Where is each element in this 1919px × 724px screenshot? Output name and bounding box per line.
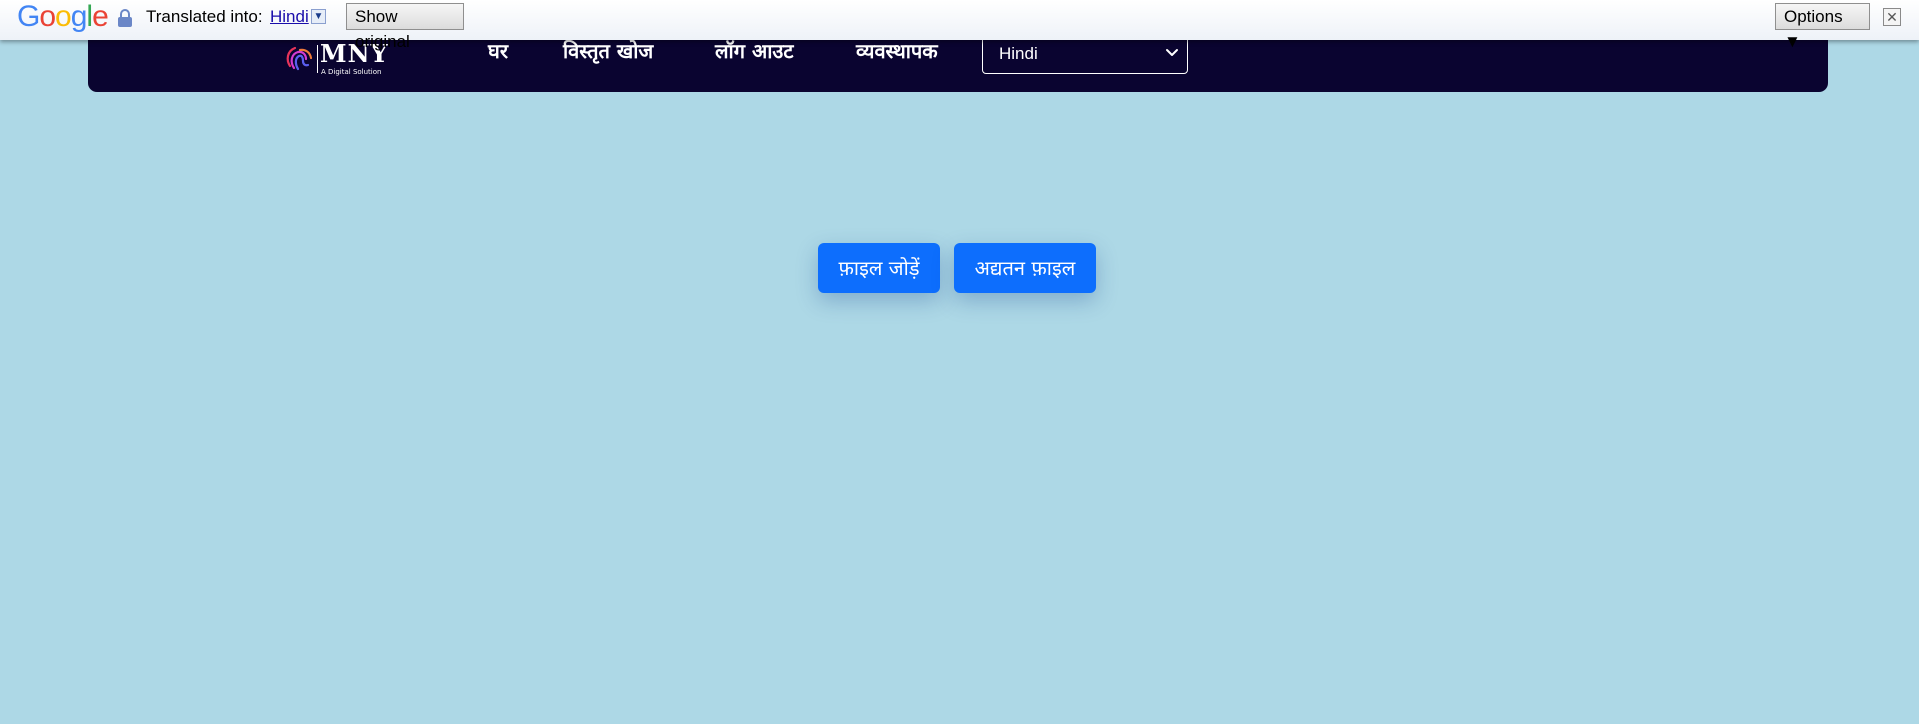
update-file-button[interactable]: अद्यतन फ़ाइल xyxy=(954,243,1096,293)
show-original-button[interactable]: Show original xyxy=(346,3,464,51)
language-select[interactable]: Hindi xyxy=(982,34,1188,74)
brand-tagline: A Digital Solution xyxy=(321,68,382,76)
lock-icon xyxy=(118,9,132,27)
google-logo-letter: g xyxy=(70,0,88,33)
brand-divider xyxy=(317,45,318,73)
google-logo-letter: o xyxy=(55,0,72,33)
google-logo-letter: o xyxy=(39,0,56,33)
google-translate-bar: Google Translated into: Hindi ▼ Show ori… xyxy=(0,0,1919,51)
fingerprint-logo-icon xyxy=(286,46,313,71)
nav-link-advanced-search[interactable]: विस्तृत खोज xyxy=(563,36,653,66)
google-logo-letter: e xyxy=(92,0,109,33)
google-logo-letter: G xyxy=(17,0,40,33)
chevron-down-icon xyxy=(1166,49,1178,56)
nav-link-logout[interactable]: लॉग आउट xyxy=(715,36,793,66)
translated-language-link[interactable]: Hindi xyxy=(270,7,309,27)
options-button[interactable]: Options ▼ xyxy=(1775,3,1870,51)
nav-link-home[interactable]: घर xyxy=(488,36,508,66)
translated-into-label: Translated into: xyxy=(146,7,263,26)
nav-link-admin[interactable]: व्यवस्थापक xyxy=(856,36,938,66)
google-logo: Google xyxy=(17,0,109,34)
add-file-button[interactable]: फ़ाइल जोड़ें xyxy=(818,243,940,293)
close-icon[interactable]: ✕ xyxy=(1883,8,1901,26)
language-select-value: Hindi xyxy=(999,44,1038,63)
language-dropdown-arrow-icon[interactable]: ▼ xyxy=(311,9,326,24)
